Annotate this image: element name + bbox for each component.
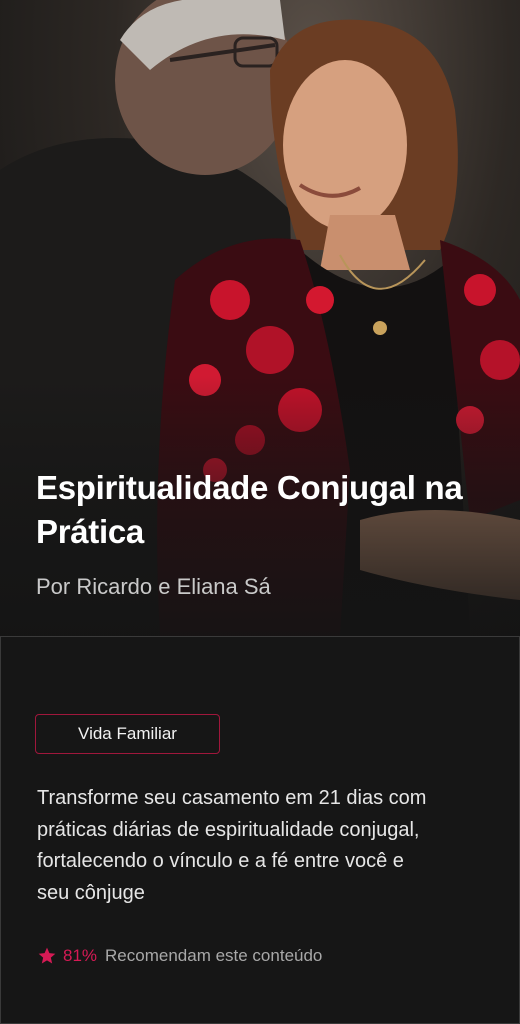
star-icon: [38, 947, 56, 964]
course-description: Transforme seu casamento em 21 dias com …: [37, 787, 427, 904]
course-info-panel: Vida Familiar Transforme seu casamento e…: [0, 636, 520, 1024]
course-title: Espiritualidade Conjugal na Prática: [36, 469, 463, 550]
recommend-percent: 81%: [63, 946, 98, 965]
course-author: Por Ricardo e Eliana Sá: [36, 574, 271, 599]
recommend-label: Recomendam este conteúdo: [105, 946, 323, 965]
course-detail-page: Espiritualidade Conjugal na Prática Por …: [0, 0, 520, 1024]
category-tag[interactable]: Vida Familiar: [35, 714, 220, 754]
course-hero: Espiritualidade Conjugal na Prática Por …: [0, 0, 520, 636]
recommendation-row: 81% Recomendam este conteúdo: [37, 946, 322, 966]
